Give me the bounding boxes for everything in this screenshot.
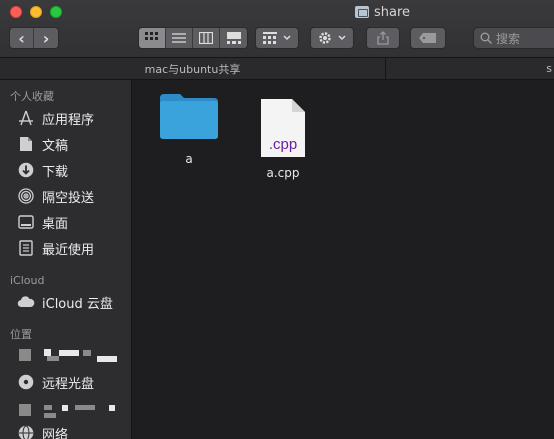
sidebar-item-redacted-2[interactable] bbox=[17, 400, 127, 420]
forward-button[interactable]: › bbox=[34, 28, 58, 48]
folder-icon bbox=[160, 94, 218, 139]
network-icon bbox=[17, 424, 35, 439]
file-type-badge: .cpp bbox=[268, 136, 298, 153]
airdrop-icon bbox=[17, 187, 35, 205]
share-button[interactable] bbox=[366, 27, 400, 49]
toolbar: share ‹ › 搜索 bbox=[0, 0, 554, 58]
list-view-icon bbox=[172, 33, 186, 43]
recents-icon bbox=[17, 239, 35, 257]
sidebar-item-label: 文稿 bbox=[42, 138, 69, 154]
sidebar-item-label: 远程光盘 bbox=[42, 376, 95, 392]
tab-second-label: s bbox=[546, 62, 552, 75]
network-folder-icon bbox=[355, 6, 369, 18]
search-field[interactable]: 搜索 bbox=[473, 27, 554, 49]
desktop-icon bbox=[17, 213, 35, 231]
window-title-text: share bbox=[374, 4, 411, 20]
tab-current[interactable]: mac与ubuntu共享 bbox=[0, 58, 386, 80]
locations-header: 位置 bbox=[10, 328, 32, 341]
list-view-button[interactable] bbox=[166, 28, 193, 48]
minimize-window-button[interactable] bbox=[30, 6, 42, 18]
sidebar-item-airdrop[interactable]: 隔空投送 bbox=[17, 185, 94, 207]
sidebar-item-label: 最近使用 bbox=[42, 242, 95, 258]
sidebar-item-network[interactable]: 网络 bbox=[17, 422, 68, 439]
cloud-icon bbox=[17, 293, 35, 311]
sidebar-item-documents[interactable]: 文稿 bbox=[17, 133, 68, 155]
documents-icon bbox=[17, 135, 35, 153]
close-window-button[interactable] bbox=[10, 6, 22, 18]
downloads-icon bbox=[17, 161, 35, 179]
sidebar-item-label: 应用程序 bbox=[42, 112, 95, 128]
column-view-icon bbox=[199, 32, 213, 44]
file-item-a-cpp[interactable]: .cpp a.cpp bbox=[247, 98, 319, 180]
gallery-view-icon bbox=[226, 32, 241, 44]
sidebar-item-label: iCloud 云盘 bbox=[42, 296, 113, 312]
file-browser: a .cpp a.cpp bbox=[133, 80, 554, 439]
gallery-view-button[interactable] bbox=[220, 28, 247, 48]
chevron-down-icon bbox=[283, 35, 291, 41]
sidebar-item-desktop[interactable]: 桌面 bbox=[17, 211, 68, 233]
window-title: share bbox=[355, 4, 410, 20]
column-view-button[interactable] bbox=[193, 28, 220, 48]
tab-second[interactable]: s bbox=[387, 58, 554, 80]
favorites-header: 个人收藏 bbox=[10, 90, 54, 103]
sidebar-item-applications[interactable]: 应用程序 bbox=[17, 107, 94, 129]
icloud-header: iCloud bbox=[10, 274, 45, 287]
file-name: a.cpp bbox=[266, 166, 300, 180]
disc-icon bbox=[17, 373, 35, 391]
chevron-down-icon bbox=[338, 35, 346, 41]
sidebar-item-icloud-drive[interactable]: iCloud 云盘 bbox=[17, 291, 113, 313]
sidebar-item-label: 桌面 bbox=[42, 216, 69, 232]
computer-icon bbox=[19, 349, 31, 361]
icon-view-icon bbox=[145, 32, 158, 40]
share-icon bbox=[377, 31, 389, 45]
icon-view-button[interactable] bbox=[139, 28, 166, 48]
group-grid-icon bbox=[263, 32, 277, 44]
view-mode-buttons bbox=[138, 27, 248, 49]
sidebar-item-downloads[interactable]: 下载 bbox=[17, 159, 68, 181]
server-icon bbox=[19, 404, 31, 416]
sidebar-item-redacted-1[interactable] bbox=[17, 346, 127, 366]
tab-current-label: mac与ubuntu共享 bbox=[144, 63, 241, 76]
sidebar-item-label: 网络 bbox=[42, 427, 69, 439]
sidebar: 个人收藏 应用程序 文稿 下载 隔空投送 桌面 最近使用 iCloud iClo… bbox=[0, 80, 132, 439]
search-icon bbox=[480, 32, 492, 44]
back-button[interactable]: ‹ bbox=[10, 28, 34, 48]
file-item-folder-a[interactable]: a bbox=[153, 92, 225, 166]
tag-icon bbox=[419, 33, 436, 43]
gear-icon bbox=[319, 32, 331, 44]
sidebar-item-remote-disc[interactable]: 远程光盘 bbox=[17, 371, 94, 393]
sidebar-item-label: 隔空投送 bbox=[42, 190, 95, 206]
sidebar-item-recents[interactable]: 最近使用 bbox=[17, 237, 94, 259]
applications-icon bbox=[17, 109, 35, 127]
finder-window: share ‹ › 搜索 mac与ubuntu共享 s 个人收藏 应用程序 文稿… bbox=[0, 0, 554, 439]
cpp-file-icon: .cpp bbox=[260, 98, 306, 158]
file-name: a bbox=[185, 152, 193, 166]
navigation-buttons: ‹ › bbox=[9, 27, 59, 49]
tab-bar: mac与ubuntu共享 s bbox=[0, 58, 554, 80]
tags-button[interactable] bbox=[410, 27, 446, 49]
group-by-button[interactable] bbox=[255, 27, 299, 49]
search-placeholder: 搜索 bbox=[496, 31, 521, 46]
maximize-window-button[interactable] bbox=[50, 6, 62, 18]
action-button[interactable] bbox=[310, 27, 354, 49]
sidebar-item-label: 下载 bbox=[42, 164, 69, 180]
